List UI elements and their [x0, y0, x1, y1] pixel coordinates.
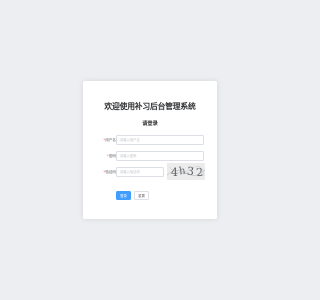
password-input[interactable]: [116, 151, 204, 161]
page-title: 欢迎使用补习后台管理系统: [104, 102, 196, 111]
captcha-char-3: 3: [186, 165, 194, 179]
password-row: *密码: [83, 151, 217, 161]
reset-button[interactable]: 重置: [134, 191, 149, 200]
login-subtitle: 请登录: [142, 121, 158, 127]
username-input[interactable]: [116, 135, 204, 145]
button-row: 登录 重置: [83, 191, 217, 201]
captcha-image[interactable]: 4 h 3 2: [167, 163, 205, 180]
captcha-char-4: 2: [196, 166, 204, 180]
login-button[interactable]: 登录: [116, 191, 131, 200]
captcha-graphic: 4 h 3 2: [167, 163, 205, 180]
captcha-char-1: 4: [171, 166, 178, 179]
password-label: *密码: [107, 154, 116, 158]
captcha-label: *验证码: [103, 170, 116, 174]
username-row: *用户名: [83, 135, 217, 145]
username-label: *用户名: [103, 138, 116, 142]
captcha-input[interactable]: [116, 167, 164, 177]
captcha-row: *验证码 4 h 3 2: [83, 163, 217, 180]
login-card: 欢迎使用补习后台管理系统 请登录 *用户名 *密码 *验证码 4 h 3 2 登…: [83, 81, 217, 219]
